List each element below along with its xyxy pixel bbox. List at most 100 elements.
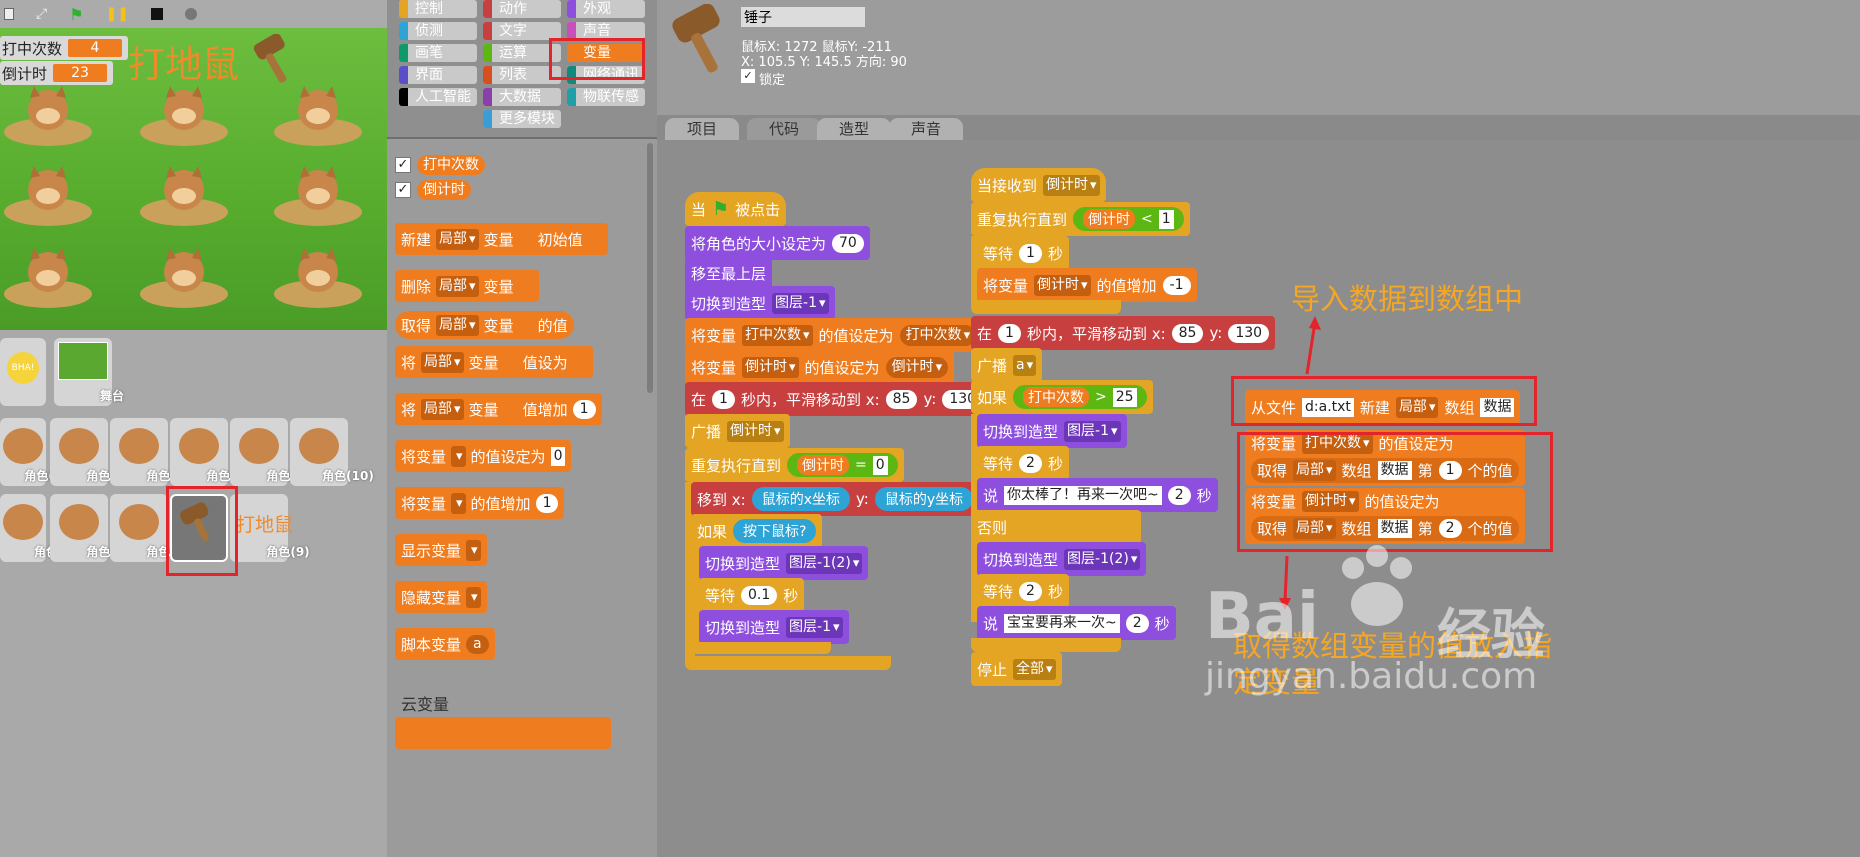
mole-sprite[interactable] bbox=[0, 76, 96, 148]
block-wait[interactable]: 等待 1 秒 bbox=[977, 236, 1069, 270]
mole-sprite[interactable] bbox=[0, 156, 96, 228]
block-if-else[interactable]: 如果 打中次数 >25 bbox=[971, 380, 1153, 414]
block-broadcast[interactable]: 广播 倒计时 bbox=[685, 414, 790, 448]
mole-sprite[interactable] bbox=[270, 76, 366, 148]
block-script-variable[interactable]: 脚本变量 a bbox=[395, 628, 495, 660]
block-move-to[interactable]: 移到 x: 鼠标的x坐标 y: 鼠标的y坐标 bbox=[691, 482, 980, 516]
block-when-flag-clicked[interactable]: 当 ⚑ 被点击 bbox=[685, 192, 787, 226]
mole-sprite[interactable] bbox=[0, 238, 96, 310]
category-iot[interactable]: 物联传感 bbox=[567, 88, 645, 106]
mole-sprite[interactable] bbox=[270, 238, 366, 310]
block-glide[interactable]: 在 1 秒内，平滑移动到 x: 85 y: 130 bbox=[971, 316, 1276, 350]
block-inc-variable[interactable]: 将局部变量值增加1 bbox=[395, 393, 602, 425]
stage-thumb[interactable]: 舞台 bbox=[54, 338, 124, 406]
sprite-thumb[interactable]: 角色(7) bbox=[110, 494, 190, 562]
block-stop[interactable]: 停止 全部 bbox=[971, 652, 1062, 686]
green-flag-icon[interactable]: ⚑ bbox=[69, 5, 83, 24]
category-looks[interactable]: 外观 bbox=[567, 0, 645, 18]
checkbox-timer[interactable]: ✓ bbox=[395, 182, 411, 198]
category-control[interactable]: 控制 bbox=[399, 0, 477, 18]
sprite-thumb[interactable]: 角色(6) bbox=[170, 418, 250, 486]
block-cloud-partial[interactable] bbox=[395, 717, 611, 749]
category-ai[interactable]: 人工智能 bbox=[399, 88, 477, 106]
lock-checkbox[interactable]: ✓ bbox=[741, 69, 755, 83]
block-set-variable[interactable]: 将局部变量值设为 bbox=[395, 346, 593, 378]
category-label: 声音 bbox=[583, 23, 611, 39]
sprite-thumb[interactable]: 角色(10) bbox=[290, 418, 374, 486]
small-stage-icon[interactable] bbox=[4, 8, 14, 20]
block-repeat-until[interactable]: 重复执行直到 倒计时 <1 bbox=[971, 202, 1190, 236]
block-switch-costume[interactable]: 切换到造型 图层-1 bbox=[977, 414, 1127, 448]
block-get-variable[interactable]: 取得局部变量的值 bbox=[395, 311, 574, 339]
sprite-thumb[interactable]: 角色 bbox=[0, 494, 58, 562]
block-switch-costume[interactable]: 切换到造型 图层-1 bbox=[699, 610, 849, 644]
stop-icon[interactable] bbox=[151, 8, 164, 20]
block-change-timer[interactable]: 将变量倒计时的值增加-1 bbox=[977, 268, 1197, 302]
category-label: 画笔 bbox=[415, 45, 443, 61]
block-delete-variable[interactable]: 删除局部变量 bbox=[395, 270, 539, 302]
sprite-thumb[interactable]: 角色(4) bbox=[0, 418, 68, 486]
tab-project[interactable]: 项目 bbox=[665, 118, 740, 140]
category-more[interactable]: 更多模块 bbox=[483, 110, 561, 128]
sprite-thumb[interactable]: 角色(3) bbox=[110, 418, 190, 486]
block-wait[interactable]: 等待 2 秒 bbox=[977, 574, 1069, 608]
block-say[interactable]: 说宝宝要再来一次~ 2 秒 bbox=[977, 606, 1176, 640]
block-set-hits[interactable]: 将变量打中次数的值设定为打中次数 bbox=[685, 318, 983, 352]
sprite-thumb[interactable]: 角色(5) bbox=[50, 494, 130, 562]
block-say[interactable]: 说你太棒了！再来一次吧~ 2 秒 bbox=[977, 478, 1218, 512]
tab-sounds[interactable]: 声音 bbox=[889, 118, 964, 140]
record-icon[interactable] bbox=[185, 8, 198, 20]
fullscreen-icon[interactable]: ⤢ bbox=[36, 6, 47, 22]
block-show-variable[interactable]: 显示变量 bbox=[395, 534, 487, 566]
script-area[interactable]: 当⚑被点击 将角色的大小设定为70 移至最上层 切换到造型图层-1 将变量打中次… bbox=[657, 140, 1860, 857]
palette-scrollbar[interactable] bbox=[647, 143, 653, 393]
block-switch-costume[interactable]: 切换到造型 图层-1(2) bbox=[699, 546, 869, 580]
watermark-url: jingyan.baidu.com bbox=[1205, 656, 1538, 697]
sprite-thumb[interactable]: 角色(2) bbox=[230, 418, 310, 486]
category-label: 人工智能 bbox=[415, 89, 471, 105]
block-when-receive[interactable]: 当接收到 倒计时 bbox=[971, 168, 1106, 202]
block-switch-costume[interactable]: 切换到造型 图层-1 bbox=[685, 286, 835, 320]
sprite-thumb-bha[interactable]: BHA! bbox=[0, 338, 46, 406]
block-go-front[interactable]: 移至最上层 bbox=[685, 256, 773, 290]
pause-icon[interactable]: ❚❚ bbox=[106, 6, 129, 22]
block-new-variable[interactable]: 新建局部变量初始值 bbox=[395, 223, 608, 255]
tab-costumes[interactable]: 造型 bbox=[817, 118, 892, 140]
var-reporter-hits[interactable]: 打中次数 bbox=[417, 155, 485, 175]
block-switch-costume[interactable]: 切换到造型 图层-1(2) bbox=[977, 542, 1147, 576]
tab-code[interactable]: 代码 bbox=[747, 118, 822, 140]
mole-sprite[interactable] bbox=[270, 156, 366, 228]
block-hide-variable[interactable]: 隐藏变量 bbox=[395, 581, 487, 613]
checkbox-hits[interactable]: ✓ bbox=[395, 157, 411, 173]
category-sensing[interactable]: 侦测 bbox=[399, 22, 477, 40]
block-broadcast[interactable]: 广播 a bbox=[971, 348, 1043, 382]
watermark-brand: Bai bbox=[1205, 580, 1319, 654]
mole-sprite[interactable] bbox=[136, 76, 232, 148]
stage-toolbar: ⤢ ⚑ ❚❚ bbox=[0, 0, 387, 28]
mole-icon bbox=[3, 504, 43, 540]
mole-sprite[interactable] bbox=[136, 156, 232, 228]
block-set-var-value[interactable]: 将变量的值设定为0 bbox=[395, 440, 572, 472]
block-set-size[interactable]: 将角色的大小设定为 70 bbox=[685, 226, 870, 260]
category-pen[interactable]: 画笔 bbox=[399, 44, 477, 62]
block-wait[interactable]: 等待 0.1 秒 bbox=[699, 578, 805, 612]
category-interface[interactable]: 界面 bbox=[399, 66, 477, 84]
category-bigdata[interactable]: 大数据 bbox=[483, 88, 561, 106]
mole-icon bbox=[59, 428, 99, 464]
block-glide[interactable]: 在 1 秒内，平滑移动到 x: 85 y: 130 bbox=[685, 382, 990, 416]
category-motion[interactable]: 动作 bbox=[483, 0, 561, 18]
annotation-arrow-up bbox=[1305, 316, 1321, 375]
stage-canvas[interactable]: 打中次数 4 倒计时 23 打地鼠 bbox=[0, 28, 387, 330]
sprite-thumb[interactable]: 角色(8) bbox=[50, 418, 130, 486]
block-change-var-value[interactable]: 将变量的值增加1 bbox=[395, 487, 565, 519]
mole-icon bbox=[299, 428, 339, 464]
block-wait[interactable]: 等待 2 秒 bbox=[977, 446, 1069, 480]
block-if[interactable]: 如果 按下鼠标? bbox=[691, 514, 823, 548]
var-reporter-timer[interactable]: 倒计时 bbox=[417, 180, 471, 200]
block-set-timer[interactable]: 将变量倒计时的值设定为倒计时 bbox=[685, 350, 955, 384]
block-repeat-until[interactable]: 重复执行直到 倒计时 = 0 bbox=[685, 448, 904, 482]
mole-sprite[interactable] bbox=[136, 238, 232, 310]
var-monitor-value: 4 bbox=[68, 39, 123, 57]
annotation-box-load bbox=[1231, 376, 1537, 426]
sprite-name-input[interactable] bbox=[741, 7, 865, 27]
